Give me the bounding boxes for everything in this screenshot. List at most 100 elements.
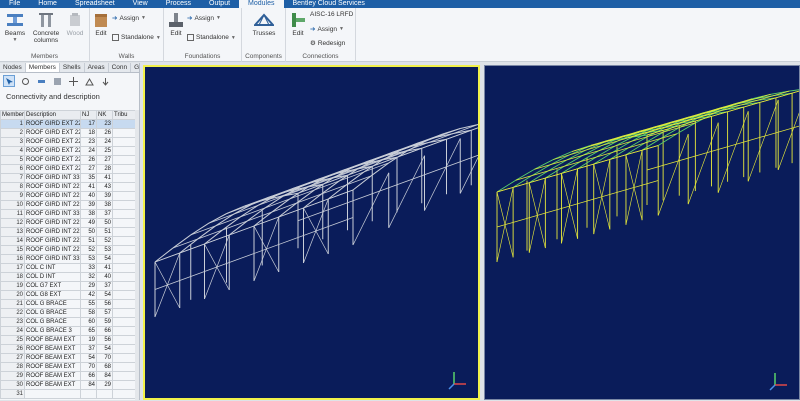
table-cell[interactable]: 6 [0,164,25,174]
table-cell[interactable]: 8 [0,182,25,192]
table-cell[interactable]: 52 [80,245,97,255]
table-cell[interactable]: 30 [0,380,25,390]
menu-file[interactable]: File [0,0,29,8]
table-cell[interactable]: ROOF BEAM EXT [24,335,81,345]
table-cell[interactable]: 66 [96,326,113,336]
tab-areas[interactable]: Areas [85,63,109,72]
foundations-standalone-button[interactable]: Standalone ▼ [187,34,236,41]
table-cell[interactable] [24,389,81,399]
table-cell[interactable]: 43 [96,182,113,192]
table-cell[interactable]: 42 [80,290,97,300]
table-row[interactable]: 22 COL G BRACE 58 57 [0,308,139,318]
table-cell[interactable]: 28 [96,164,113,174]
table-cell[interactable]: 3 [0,137,25,147]
table-cell[interactable]: 7 [0,173,25,183]
table-cell[interactable]: 23 [80,137,97,147]
table-cell[interactable]: 24 [80,146,97,156]
column-header[interactable]: NK [96,110,113,120]
table-row[interactable]: 16 ROOF GIRD INT 33 53 54 [0,254,139,264]
menu-process[interactable]: Process [157,0,200,8]
tab-conn[interactable]: Conn [109,63,132,72]
table-row[interactable]: 18 COL D INT 32 40 [0,272,139,282]
tab-members[interactable]: Members [25,63,60,72]
table-cell[interactable]: 68 [96,362,113,372]
table-row[interactable]: 10 ROOF GIRD INT 22 39 38 [0,200,139,210]
table-cell[interactable]: 4 [0,146,25,156]
table-cell[interactable]: 17 [0,263,25,273]
concrete-columns-button[interactable]: Concrete columns [28,12,64,44]
table-cell[interactable]: 12 [0,218,25,228]
table-cell[interactable]: 28 [0,362,25,372]
table-cell[interactable]: ROOF BEAM EXT [24,353,81,363]
table-cell[interactable]: 60 [80,317,97,327]
load-tool-button[interactable] [99,75,111,87]
support-tool-button[interactable] [83,75,95,87]
table-cell[interactable]: ROOF BEAM EXT [24,371,81,381]
table-row[interactable]: 24 COL G BRACE 3 65 66 [0,326,139,336]
table-cell[interactable]: ROOF GIRD EXT 22 [24,164,81,174]
table-cell[interactable]: ROOF GIRD EXT 22 [24,128,81,138]
table-cell[interactable]: 84 [96,371,113,381]
table-cell[interactable]: 27 [0,353,25,363]
walls-edit-button[interactable]: Edit [92,12,110,37]
table-cell[interactable]: ROOF GIRD INT 33 [24,254,81,264]
table-row[interactable]: 29 ROOF BEAM EXT 66 84 [0,371,139,381]
foundations-edit-button[interactable]: Edit [167,12,185,37]
connections-assign-button[interactable]: ➔ Assign ▼ [310,25,344,34]
table-cell[interactable]: 70 [80,362,97,372]
table-row[interactable]: 2 ROOF GIRD EXT 22 18 26 [0,128,139,138]
table-cell[interactable]: 9 [0,191,25,201]
table-cell[interactable]: 16 [0,254,25,264]
table-cell[interactable]: 11 [0,209,25,219]
table-cell[interactable]: 39 [80,200,97,210]
table-cell[interactable]: 18 [0,272,25,282]
table-cell[interactable]: 27 [96,155,113,165]
menu-home[interactable]: Home [29,0,66,8]
walls-standalone-button[interactable]: Standalone ▼ [112,34,161,41]
table-cell[interactable]: 40 [96,272,113,282]
table-cell[interactable]: 54 [80,353,97,363]
table-row[interactable]: 14 ROOF GIRD INT 22 51 52 [0,236,139,246]
table-cell[interactable]: ROOF GIRD INT 22 [24,227,81,237]
table-cell[interactable]: 38 [80,209,97,219]
table-row[interactable]: 15 ROOF GIRD INT 22 52 53 [0,245,139,255]
table-cell[interactable]: ROOF BEAM EXT [24,380,81,390]
connections-edit-button[interactable]: Edit [289,12,307,37]
table-cell[interactable]: 29 [0,371,25,381]
table-row[interactable]: 30 ROOF BEAM EXT 84 29 [0,380,139,390]
table-cell[interactable]: ROOF BEAM EXT [24,362,81,372]
table-row[interactable]: 21 COL G BRACE 55 56 [0,299,139,309]
table-cell[interactable]: COL G BRACE [24,317,81,327]
table-cell[interactable]: ROOF GIRD INT 22 [24,200,81,210]
table-row[interactable]: 9 ROOF GIRD INT 22 40 39 [0,191,139,201]
table-cell[interactable]: ROOF GIRD INT 22 [24,218,81,228]
table-cell[interactable]: ROOF GIRD EXT 22 [24,137,81,147]
table-cell[interactable]: 25 [96,146,113,156]
table-cell[interactable]: 19 [0,281,25,291]
table-cell[interactable]: 21 [0,299,25,309]
table-cell[interactable]: 23 [96,119,113,129]
table-cell[interactable]: 24 [0,326,25,336]
table-cell[interactable]: 29 [80,281,97,291]
table-cell[interactable]: ROOF GIRD INT 33 [24,173,81,183]
table-cell[interactable] [96,389,113,399]
table-cell[interactable]: 26 [96,128,113,138]
table-cell[interactable]: ROOF GIRD INT 22 [24,191,81,201]
table-row[interactable]: 26 ROOF BEAM EXT 37 54 [0,344,139,354]
table-row[interactable]: 19 COL G7 EXT 29 37 [0,281,139,291]
tab-shells[interactable]: Shells [60,63,85,72]
column-header[interactable]: Member [0,110,25,120]
table-cell[interactable]: COL G BRACE 3 [24,326,81,336]
table-cell[interactable]: 27 [80,164,97,174]
table-cell[interactable]: 37 [96,281,113,291]
redesign-button[interactable]: ⚙ Redesign [310,39,345,48]
walls-assign-button[interactable]: ➔ Assign ▼ [112,14,146,23]
table-row[interactable]: 8 ROOF GIRD INT 22 41 43 [0,182,139,192]
table-row[interactable]: 31 [0,389,139,399]
menu-bentley-cloud-services[interactable]: Bentley Cloud Services [284,0,374,8]
table-row[interactable]: 11 ROOF GIRD INT 33 38 37 [0,209,139,219]
menu-spreadsheet[interactable]: Spreadsheet [66,0,124,8]
foundations-assign-button[interactable]: ➔ Assign ▼ [187,14,221,23]
column-header[interactable]: Description [24,110,81,120]
menu-modules[interactable]: Modules [239,0,284,8]
